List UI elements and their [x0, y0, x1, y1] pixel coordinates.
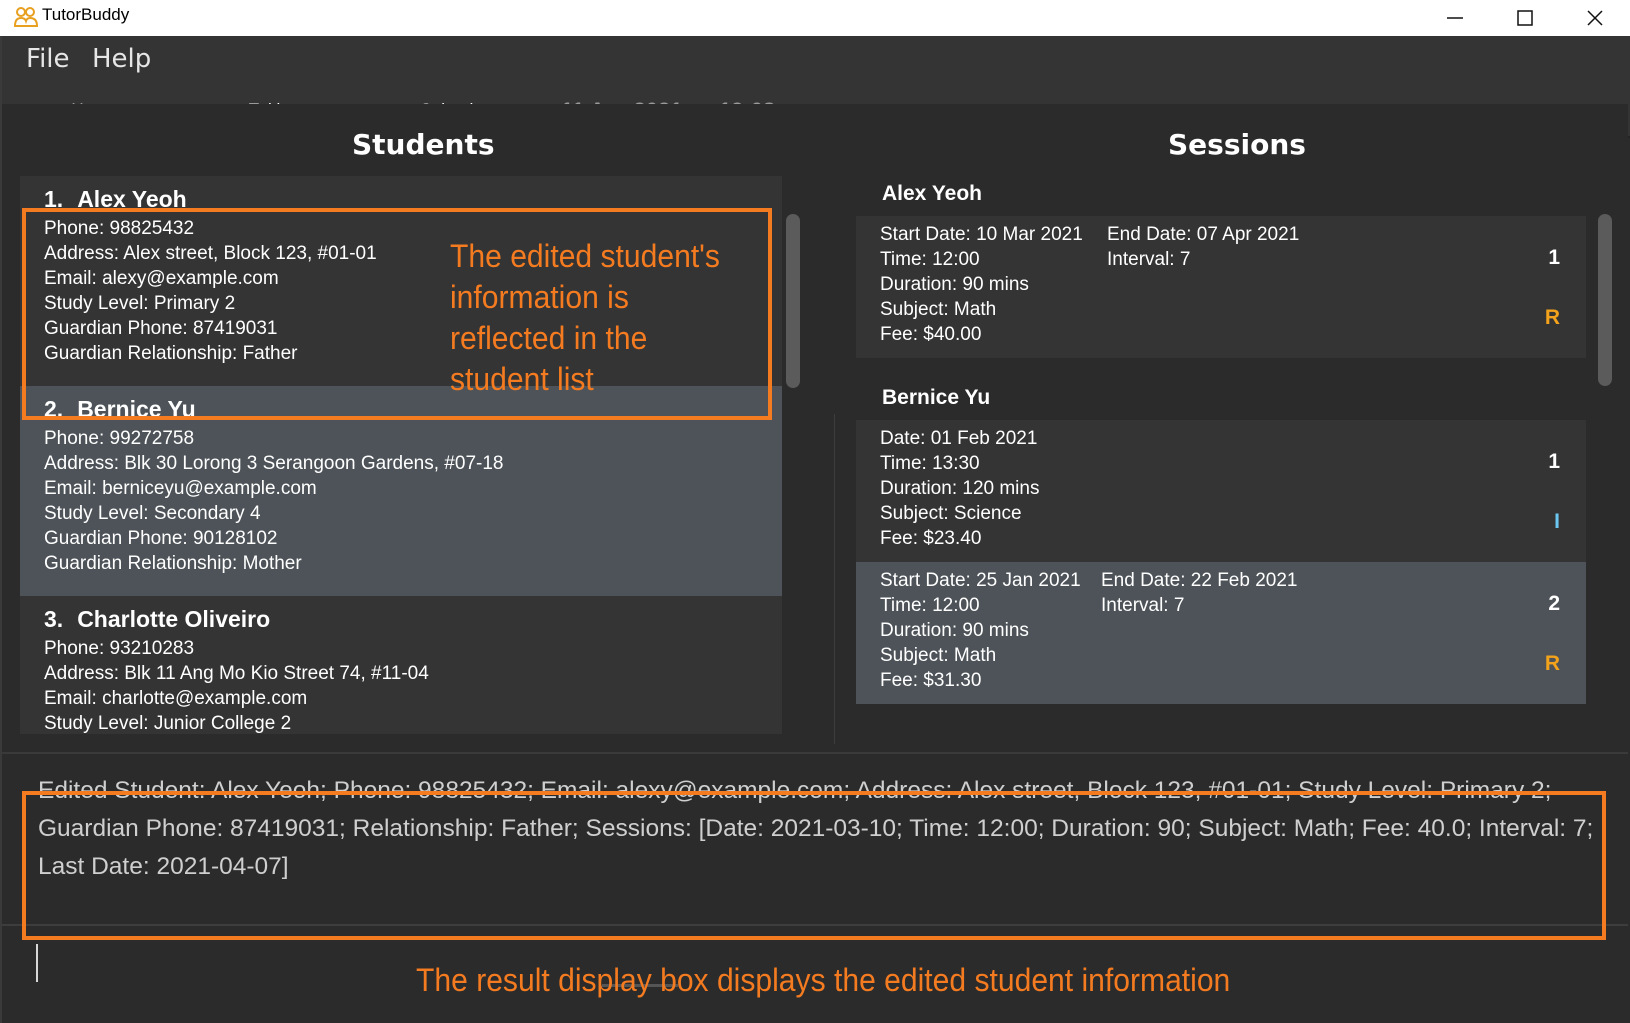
student-phone: Phone: 93210283	[44, 638, 195, 659]
session-end-date: End Date: 22 Feb 2021	[1101, 570, 1298, 591]
student-guardian-phone: Guardian Phone: 90128102	[44, 528, 278, 549]
session-start-date: Start Date: 25 Jan 2021	[880, 570, 1081, 591]
student-phone: Phone: 99272758	[44, 428, 195, 449]
text-cursor	[36, 944, 38, 982]
maximize-icon	[1517, 10, 1533, 26]
session-duration: Duration: 90 mins	[880, 274, 1029, 295]
sessions-heading: Sessions	[1168, 128, 1306, 161]
student-name-row: 3. Charlotte Oliveiro	[44, 606, 270, 633]
window-title: TutorBuddy	[42, 5, 130, 24]
session-time: Time: 12:00	[880, 249, 980, 270]
session-interval: Interval: 7	[1107, 249, 1191, 270]
session-date: Date: 01 Feb 2021	[880, 428, 1038, 449]
session-student-name: Alex Yeoh	[882, 182, 982, 205]
maximize-button[interactable]	[1490, 0, 1560, 36]
student-name: Charlotte Oliveiro	[77, 606, 271, 632]
session-subject: Subject: Science	[880, 503, 1022, 524]
student-email: Email: berniceyu@example.com	[44, 478, 317, 499]
student-list-annotation: The edited student's information is refl…	[450, 238, 720, 397]
student-card[interactable]: 3. Charlotte Oliveiro Phone: 93210283 Add…	[20, 596, 782, 734]
session-duration: Duration: 90 mins	[880, 620, 1029, 641]
session-card[interactable]: Start Date: 10 Mar 2021 Time: 12:00 Dura…	[856, 216, 1586, 358]
recurring-session-badge: R	[1544, 306, 1560, 329]
session-time: Time: 12:00	[880, 595, 980, 616]
menu-help[interactable]: Help	[92, 44, 151, 74]
session-fee: Fee: $40.00	[880, 324, 982, 345]
menu-bar: File Help	[2, 36, 1630, 84]
student-email: Email: charlotte@example.com	[44, 688, 308, 709]
session-duration: Duration: 120 mins	[880, 478, 1040, 499]
session-card[interactable]: Start Date: 25 Jan 2021 Time: 12:00 Dura…	[856, 562, 1586, 704]
session-fee: Fee: $23.40	[880, 528, 982, 549]
students-heading: Students	[352, 128, 495, 161]
minimize-icon	[1447, 17, 1463, 19]
session-index: 1	[1548, 246, 1560, 269]
minimize-button[interactable]	[1420, 0, 1490, 36]
session-index: 2	[1548, 592, 1560, 615]
student-study-level: Study Level: Secondary 4	[44, 503, 261, 524]
student-index: 3.	[44, 606, 64, 632]
window-titlebar: TutorBuddy	[0, 0, 1630, 36]
session-index: 1	[1548, 450, 1560, 473]
session-end-date: End Date: 07 Apr 2021	[1107, 224, 1300, 245]
result-display-highlight	[22, 791, 1606, 940]
student-study-level: Study Level: Junior College 2	[44, 713, 292, 734]
student-address: Address: Blk 11 Ang Mo Kio Street 74, #1…	[44, 663, 429, 684]
pane-divider[interactable]	[834, 414, 835, 744]
student-guardian-relationship: Guardian Relationship: Mother	[44, 553, 302, 574]
session-start-date: Start Date: 10 Mar 2021	[880, 224, 1083, 245]
menu-file[interactable]: File	[26, 44, 70, 74]
close-icon	[1587, 10, 1603, 26]
session-time: Time: 13:30	[880, 453, 980, 474]
result-display-annotation: The result display box displays the edit…	[416, 962, 1231, 998]
close-button[interactable]	[1560, 0, 1630, 36]
tuition-panel: Students Sessions 1. Alex Yeoh Phone: 988…	[2, 104, 1628, 744]
session-card[interactable]: Date: 01 Feb 2021 Time: 13:30 Duration: …	[856, 420, 1586, 562]
app-logo-icon	[14, 7, 38, 27]
student-list-scrollbar[interactable]	[786, 214, 800, 388]
session-student-name: Bernice Yu	[882, 386, 991, 409]
session-subject: Subject: Math	[880, 645, 997, 666]
session-interval: Interval: 7	[1101, 595, 1185, 616]
individual-session-badge: I	[1554, 510, 1560, 533]
session-subject: Subject: Math	[880, 299, 997, 320]
session-list[interactable]: Alex Yeoh Start Date: 10 Mar 2021 Time: …	[856, 170, 1590, 734]
session-fee: Fee: $31.30	[880, 670, 982, 691]
session-list-scrollbar[interactable]	[1598, 214, 1612, 386]
student-address: Address: Blk 30 Lorong 3 Serangoon Garde…	[44, 453, 504, 474]
recurring-session-badge: R	[1544, 652, 1560, 675]
